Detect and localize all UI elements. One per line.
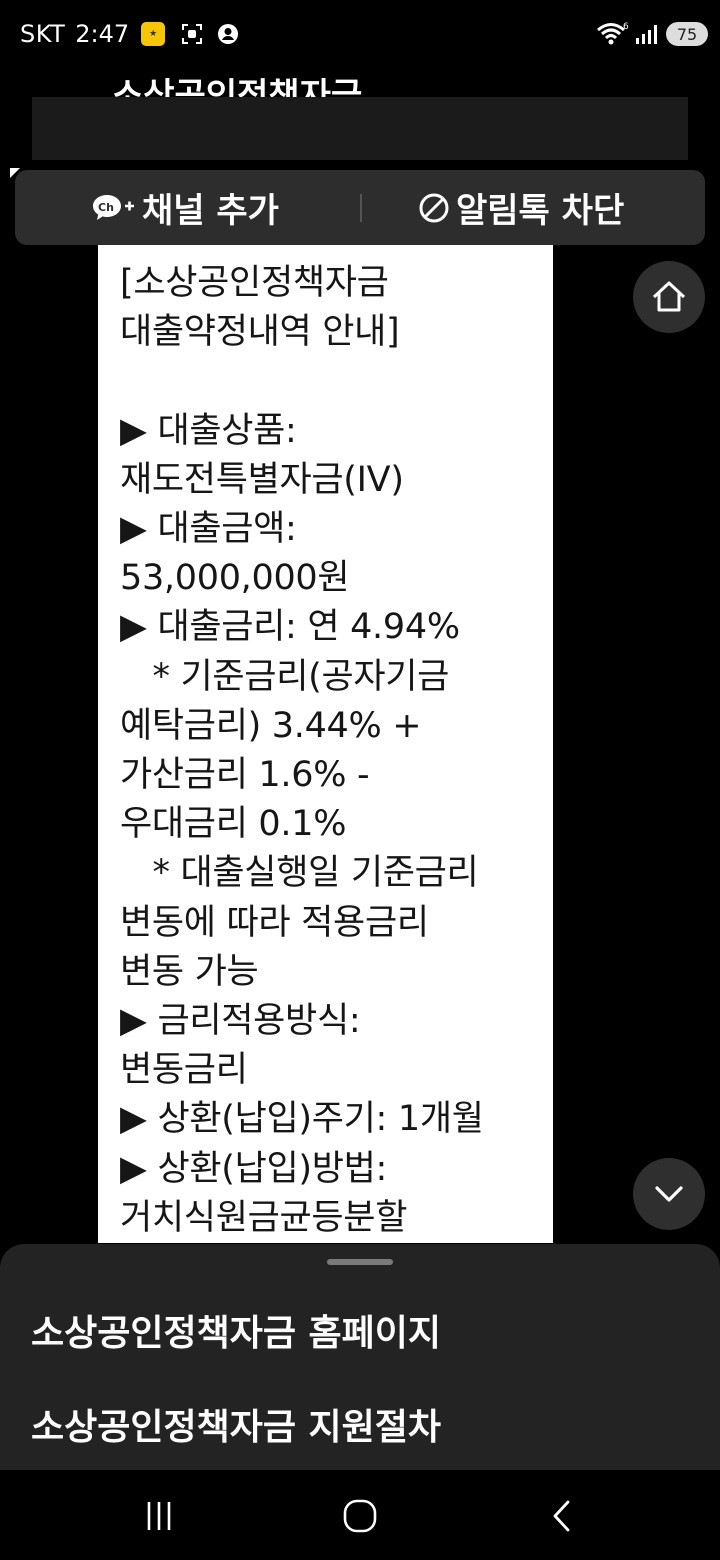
chat-screen: SKT 2:47 ★ 6 75 소상공인정책자금 Ch 채널 추가 알림톡 차단… <box>0 0 720 1560</box>
status-right: 6 75 <box>596 18 708 50</box>
sheet-drag-handle[interactable] <box>327 1259 393 1265</box>
menu-item-homepage[interactable]: 소상공인정책자금 홈페이지 <box>31 1304 441 1356</box>
status-left: SKT 2:47 ★ <box>20 16 239 52</box>
add-channel-button[interactable]: Ch 채널 추가 <box>90 170 279 245</box>
message-bubble: [소상공인정책자금 대출약정내역 안내] ▶ 대출상품: 재도전특별자금(IV)… <box>98 245 553 1243</box>
add-channel-label: 채널 추가 <box>142 191 279 231</box>
home-button[interactable] <box>633 261 705 333</box>
home-circle-icon <box>343 1499 377 1533</box>
scroll-down-button[interactable] <box>633 1158 705 1230</box>
clock: 2:47 <box>75 20 130 48</box>
home-icon <box>652 281 686 312</box>
menu-item-support-procedure[interactable]: 소상공인정책자금 지원절차 <box>31 1398 441 1450</box>
carrier-label: SKT <box>20 20 66 48</box>
back-icon <box>553 1500 570 1532</box>
wifi-icon: 6 <box>597 22 629 45</box>
kb-app-icon: ★ <box>141 22 166 46</box>
status-bar: SKT 2:47 ★ 6 75 <box>0 0 720 68</box>
block-alimtalk-button[interactable]: 알림톡 차단 <box>418 170 624 245</box>
system-navigation-bar <box>0 1470 720 1560</box>
account-icon <box>218 24 239 44</box>
recent-apps-icon <box>147 1502 171 1530</box>
recent-apps-button[interactable] <box>135 1492 183 1540</box>
bar-divider <box>360 194 362 222</box>
svg-text:Ch: Ch <box>98 201 114 214</box>
redacted-area <box>32 97 688 160</box>
nav-home-button[interactable] <box>336 1492 384 1540</box>
channel-action-bar: Ch 채널 추가 알림톡 차단 <box>15 170 705 245</box>
chevron-down-icon <box>655 1186 683 1202</box>
signal-icon <box>636 25 657 44</box>
battery-icon: 75 <box>666 22 708 46</box>
message-text: [소상공인정책자금 대출약정내역 안내] ▶ 대출상품: 재도전특별자금(IV)… <box>120 263 484 1238</box>
block-alimtalk-label: 알림톡 차단 <box>456 191 625 231</box>
screen-scan-icon <box>182 24 203 44</box>
channel-plus-icon: Ch <box>93 194 134 220</box>
block-icon <box>419 193 449 222</box>
bottom-sheet-menu: 소상공인정책자금 홈페이지 소상공인정책자금 지원절차 <box>0 1244 720 1470</box>
back-button[interactable] <box>538 1492 586 1540</box>
wifi-generation-label: 6 <box>623 22 629 32</box>
